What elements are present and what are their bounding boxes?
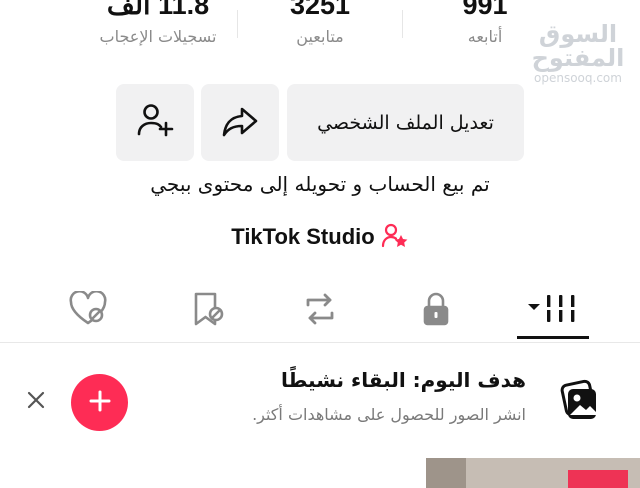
tab-reposts[interactable]: [295, 286, 345, 336]
goal-title: هدف اليوم: البقاء نشيطًا: [281, 368, 526, 392]
stat-followers[interactable]: 3251 متابعين: [270, 0, 370, 48]
tab-liked[interactable]: [63, 286, 113, 336]
add-friend-button[interactable]: [116, 84, 194, 161]
tab-private[interactable]: [411, 286, 461, 336]
photo-post-icon: [556, 379, 602, 425]
likes-count: 11.8 ألف: [106, 0, 210, 20]
video-thumbnail[interactable]: [426, 458, 640, 488]
edit-profile-button[interactable]: تعديل الملف الشخصي: [287, 84, 524, 161]
profile-bio: تم بيع الحساب و تحويله إلى محتوى ببجي: [150, 172, 490, 196]
followers-count: 3251: [289, 0, 351, 20]
create-post-button[interactable]: [71, 374, 128, 431]
tiktok-studio-link[interactable]: TikTok Studio: [0, 222, 640, 252]
add-user-icon: [135, 101, 175, 145]
studio-label: TikTok Studio: [231, 224, 375, 249]
daily-goal-card: هدف اليوم: البقاء نشيطًا انشر الصور للحص…: [0, 343, 640, 455]
stats-divider: [237, 10, 238, 38]
share-profile-button[interactable]: [201, 84, 279, 161]
stat-likes[interactable]: 11.8 ألف تسجيلات الإعجاب: [80, 0, 236, 48]
thumbnail-image: [426, 458, 466, 488]
opensooq-watermark: السوق المفتوح opensooq.com: [516, 22, 640, 84]
dismiss-goal-button[interactable]: [22, 388, 50, 416]
tab-favorites[interactable]: [182, 286, 232, 336]
pinned-badge: [568, 470, 628, 488]
close-icon: [26, 390, 46, 414]
creator-star-icon: [381, 222, 409, 252]
repost-icon: [300, 291, 340, 331]
stats-divider: [402, 10, 403, 38]
tab-videos[interactable]: [519, 286, 585, 336]
following-count: 991: [462, 0, 508, 20]
plus-icon: [88, 389, 112, 417]
watermark-arabic: السوق المفتوح: [531, 20, 625, 72]
likes-label: تسجيلات الإعجاب: [99, 27, 217, 46]
share-icon: [220, 101, 260, 145]
lock-icon: [420, 291, 452, 331]
active-tab-indicator: [517, 336, 589, 339]
liked-hidden-icon: [68, 289, 108, 331]
goal-subtitle: انشر الصور للحصول على مشاهدات أكثر.: [252, 405, 526, 424]
followers-label: متابعين: [296, 27, 344, 46]
grid-videos-icon: [524, 291, 580, 331]
watermark-latin: opensooq.com: [534, 71, 622, 85]
bookmark-hidden-icon: [189, 290, 225, 332]
profile-tabs: [0, 280, 640, 340]
